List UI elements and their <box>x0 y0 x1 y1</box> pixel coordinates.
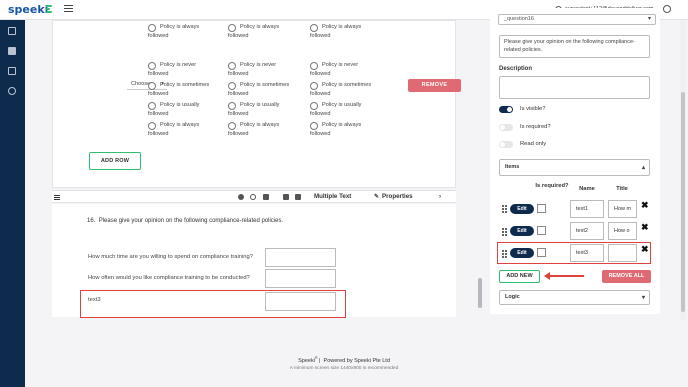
question-title-textarea[interactable]: Please give your opinion on the followin… <box>499 35 650 58</box>
option-label: Policy is always followed <box>148 122 200 137</box>
remove-row-button[interactable]: REMOVE <box>408 79 461 92</box>
chevron-down-icon: ▾ <box>641 295 645 301</box>
delete-item-icon[interactable]: ✖ <box>641 223 649 232</box>
logic-label: Logic <box>505 294 520 300</box>
is-required-label: Is required? <box>520 124 551 130</box>
option-label: Policy is always followed <box>228 122 280 137</box>
chevron-right-icon[interactable]: › <box>439 193 441 200</box>
question-toolbar: Multiple Text ✎ Properties › <box>52 190 456 203</box>
text-row-input[interactable] <box>265 248 336 267</box>
description-textarea[interactable] <box>499 76 650 99</box>
remove-all-items-button[interactable]: REMOVE ALL <box>602 270 651 283</box>
matrix-question-card: Policy is always followed Policy is alwa… <box>52 20 461 188</box>
question-name-select[interactable]: _question16 ▾ <box>498 14 656 25</box>
settings-icon[interactable] <box>238 194 244 200</box>
highlight-box <box>80 290 346 318</box>
annotation-arrowhead <box>544 272 550 280</box>
item-required-checkbox[interactable] <box>537 226 546 235</box>
option-label: Policy is sometimes followed <box>310 82 372 97</box>
edit-item-button[interactable]: Edit <box>510 204 534 214</box>
footer-note: A minimum screen size 1440x900 is recomm… <box>289 366 399 371</box>
item-required-checkbox[interactable] <box>537 204 546 213</box>
logo[interactable]: speeki <box>8 3 48 16</box>
items-section-header[interactable]: Items ▴ <box>499 159 650 176</box>
item-name-input[interactable]: text2 <box>570 222 604 240</box>
logo-mark-icon <box>46 5 52 15</box>
footer-powered: Powered by Speeki Pte Ltd <box>323 357 390 364</box>
chevron-down-icon: ▾ <box>647 16 651 22</box>
copy-icon[interactable] <box>283 194 289 200</box>
option-label: Policy is always followed <box>228 24 280 39</box>
hamburger-menu-icon[interactable] <box>64 5 73 14</box>
pencil-icon: ✎ <box>374 193 380 200</box>
option-label: Policy is usually followed <box>310 102 362 117</box>
footer-brand: Speeki <box>298 357 315 364</box>
option-label: Policy is never followed <box>148 62 197 77</box>
logout-icon[interactable] <box>663 5 671 13</box>
option-label: Policy is usually followed <box>228 102 280 117</box>
question-type-label[interactable]: Multiple Text <box>314 193 351 200</box>
read-only-label: Read only <box>520 141 547 147</box>
visibility-icon[interactable] <box>250 194 256 200</box>
edit-item-button[interactable]: Edit <box>510 226 534 236</box>
option-label: Policy is always followed <box>148 24 200 39</box>
option-label: Policy is usually followed <box>148 102 200 117</box>
text-row-label: How much time are you willing to spend o… <box>88 254 253 260</box>
is-visible-toggle[interactable] <box>499 106 513 113</box>
description-label: Description <box>499 66 533 72</box>
properties-label[interactable]: Properties <box>382 193 413 200</box>
question-title-text: Please give your opinion on the followin… <box>98 218 284 224</box>
highlight-box <box>497 242 651 264</box>
drag-handle-icon[interactable] <box>502 205 507 213</box>
annotation-arrow <box>548 275 584 277</box>
footer-trademark: ® <box>314 356 318 360</box>
column-header-name: Name <box>579 186 595 192</box>
item-name-input[interactable]: text1 <box>570 200 604 218</box>
column-header-title: Title <box>616 186 628 192</box>
item-title-input[interactable]: How m <box>608 200 637 218</box>
editor-scrollbar[interactable] <box>478 278 482 308</box>
items-label: Items <box>505 164 520 170</box>
required-icon[interactable] <box>263 194 269 200</box>
question-number: 16. <box>87 218 96 224</box>
panel-scrollbar[interactable] <box>681 92 685 312</box>
sidebar <box>0 20 25 387</box>
logic-section-header[interactable]: Logic ▾ <box>499 290 650 305</box>
dashboard-icon[interactable] <box>8 27 16 35</box>
option-label: Policy is always followed <box>310 24 362 39</box>
survey-icon[interactable] <box>8 47 16 55</box>
option-label: Policy is never followed <box>228 62 277 77</box>
drag-handle-icon[interactable] <box>502 228 507 236</box>
option-label: Policy is never followed <box>310 62 359 77</box>
add-row-button[interactable]: ADD ROW <box>89 152 141 170</box>
option-label: Policy is always followed <box>310 122 362 137</box>
footer-credit: Speeki® | Powered by Speeki Pte Ltd <box>298 356 390 364</box>
item-title-input[interactable]: How o <box>608 222 637 240</box>
search-icon[interactable] <box>8 87 16 95</box>
delete-icon[interactable] <box>295 194 301 200</box>
drag-handle-icon[interactable] <box>54 195 60 200</box>
option-label: Policy is sometimes followed <box>148 82 210 97</box>
text-row-label: How often would you like compliance trai… <box>88 275 250 281</box>
text-row-input[interactable] <box>265 269 336 288</box>
is-visible-label: Is visible? <box>520 106 546 112</box>
question-name-value: _question16 <box>504 16 534 22</box>
chevron-up-icon: ▴ <box>641 165 645 171</box>
edit-icon[interactable] <box>8 67 16 75</box>
is-required-toggle[interactable] <box>499 124 513 131</box>
option-label: Policy is sometimes followed <box>228 82 290 97</box>
add-new-item-button[interactable]: ADD NEW <box>499 270 540 283</box>
delete-item-icon[interactable]: ✖ <box>641 201 649 210</box>
read-only-toggle[interactable] <box>499 141 513 148</box>
column-header-required: Is required? <box>535 183 569 189</box>
question-title[interactable]: 16. Please give your opinion on the foll… <box>87 218 283 224</box>
